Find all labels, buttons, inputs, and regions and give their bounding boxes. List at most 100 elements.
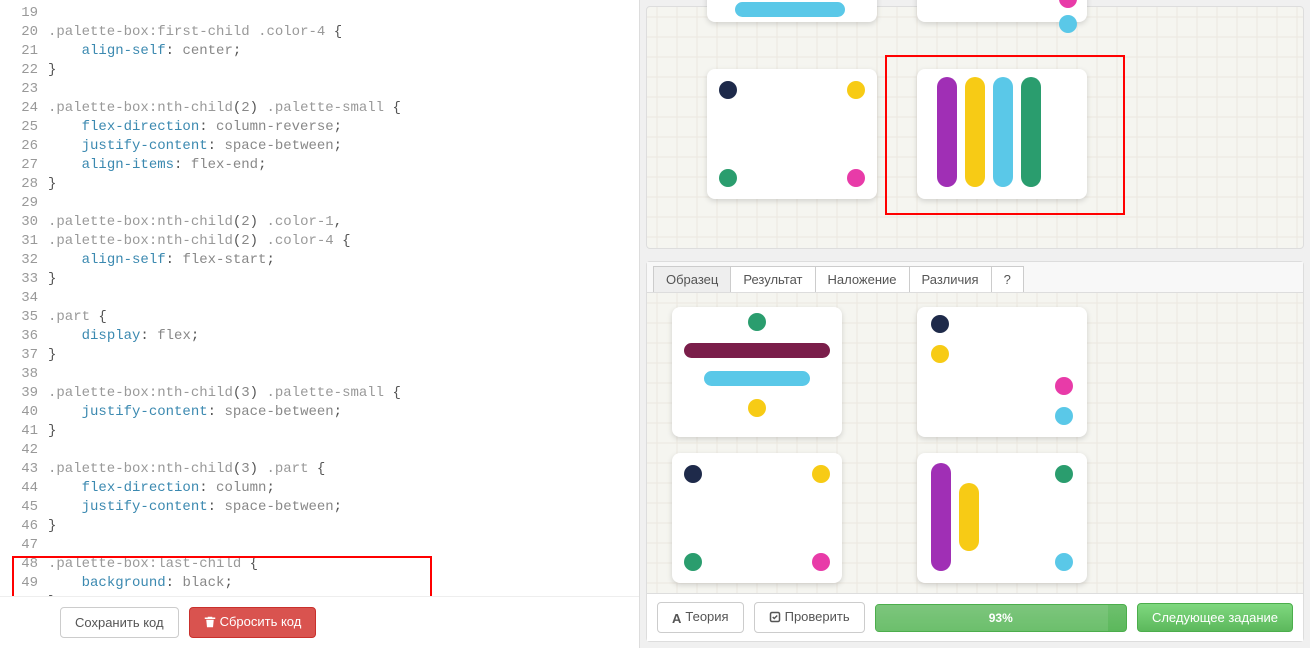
code-line[interactable]: 44 flex-direction: column; (0, 479, 639, 498)
code-line[interactable]: 37} (0, 346, 639, 365)
code-line[interactable]: 42 (0, 441, 639, 460)
line-number: 29 (0, 194, 48, 213)
line-content[interactable]: } (48, 593, 639, 596)
tab-diff[interactable]: Различия (909, 266, 992, 292)
line-number: 42 (0, 441, 48, 460)
trash-icon (204, 616, 216, 631)
line-content[interactable] (48, 80, 639, 99)
tab-sample[interactable]: Образец (653, 266, 731, 292)
line-content[interactable] (48, 365, 639, 384)
editor-toolbar: Сохранить код Сбросить код (0, 596, 639, 648)
line-content[interactable]: justify-content: space-between; (48, 498, 639, 517)
code-line[interactable]: 32 align-self: flex-start; (0, 251, 639, 270)
code-line[interactable]: 23 (0, 80, 639, 99)
line-content[interactable]: align-self: center; (48, 42, 639, 61)
line-number: 34 (0, 289, 48, 308)
code-line[interactable]: 34 (0, 289, 639, 308)
line-content[interactable]: align-self: flex-start; (48, 251, 639, 270)
code-line[interactable]: 25 flex-direction: column-reverse; (0, 118, 639, 137)
line-number: 40 (0, 403, 48, 422)
line-number: 48 (0, 555, 48, 574)
line-content[interactable]: align-items: flex-end; (48, 156, 639, 175)
line-content[interactable]: .palette-box:nth-child(2) .color-4 { (48, 232, 639, 251)
line-content[interactable]: display: flex; (48, 327, 639, 346)
line-content[interactable] (48, 536, 639, 555)
line-number: 43 (0, 460, 48, 479)
code-line[interactable]: 35.part { (0, 308, 639, 327)
code-line[interactable]: 41} (0, 422, 639, 441)
preview-panel: Образец Результат Наложение Различия ? (640, 0, 1310, 648)
code-line[interactable]: 43.palette-box:nth-child(3) .part { (0, 460, 639, 479)
tab-overlay[interactable]: Наложение (815, 266, 910, 292)
line-content[interactable] (48, 194, 639, 213)
code-line[interactable]: 36 display: flex; (0, 327, 639, 346)
code-line[interactable]: 19 (0, 4, 639, 23)
comparison-tabs: Образец Результат Наложение Различия ? (647, 262, 1303, 293)
check-button[interactable]: Проверить (754, 602, 865, 633)
line-content[interactable]: } (48, 346, 639, 365)
next-task-button[interactable]: Следующее задание (1137, 603, 1293, 632)
line-content[interactable]: } (48, 175, 639, 194)
code-line[interactable]: 48.palette-box:last-child { (0, 555, 639, 574)
line-content[interactable]: flex-direction: column-reverse; (48, 118, 639, 137)
line-content[interactable] (48, 289, 639, 308)
code-line[interactable]: 33} (0, 270, 639, 289)
code-line[interactable]: 31.palette-box:nth-child(2) .color-4 { (0, 232, 639, 251)
editor-panel: 1920.palette-box:first-child .color-4 {2… (0, 0, 640, 648)
theory-button[interactable]: AТеория (657, 602, 744, 633)
line-content[interactable]: .palette-box:first-child .color-4 { (48, 23, 639, 42)
line-content[interactable]: .palette-box:nth-child(3) .palette-small… (48, 384, 639, 403)
tab-result[interactable]: Результат (730, 266, 815, 292)
code-line[interactable]: 45 justify-content: space-between; (0, 498, 639, 517)
check-label: Проверить (785, 609, 850, 624)
save-code-button[interactable]: Сохранить код (60, 607, 179, 638)
line-content[interactable]: } (48, 422, 639, 441)
line-number: 32 (0, 251, 48, 270)
line-content[interactable]: .palette-box:nth-child(3) .part { (48, 460, 639, 479)
code-line[interactable]: 20.palette-box:first-child .color-4 { (0, 23, 639, 42)
line-content[interactable]: .palette-box:nth-child(2) .palette-small… (48, 99, 639, 118)
line-content[interactable]: .palette-box:last-child { (48, 555, 639, 574)
line-content[interactable]: flex-direction: column; (48, 479, 639, 498)
code-line[interactable]: 28} (0, 175, 639, 194)
code-line[interactable]: 30.palette-box:nth-child(2) .color-1, (0, 213, 639, 232)
code-editor[interactable]: 1920.palette-box:first-child .color-4 {2… (0, 0, 639, 596)
code-line[interactable]: 38 (0, 365, 639, 384)
line-number: 47 (0, 536, 48, 555)
code-line[interactable]: 27 align-items: flex-end; (0, 156, 639, 175)
code-line[interactable]: 24.palette-box:nth-child(2) .palette-sma… (0, 99, 639, 118)
palette-box (917, 453, 1087, 583)
palette-box (917, 307, 1087, 437)
line-number: 27 (0, 156, 48, 175)
line-number: 24 (0, 99, 48, 118)
line-content[interactable]: } (48, 61, 639, 80)
code-line[interactable]: 47 (0, 536, 639, 555)
line-content[interactable] (48, 4, 639, 23)
line-number: 35 (0, 308, 48, 327)
code-line[interactable]: 22} (0, 61, 639, 80)
line-content[interactable] (48, 441, 639, 460)
line-content[interactable]: .part { (48, 308, 639, 327)
line-content[interactable]: } (48, 517, 639, 536)
line-content[interactable]: background: black; (48, 574, 639, 593)
line-content[interactable]: justify-content: space-between; (48, 403, 639, 422)
code-line[interactable]: 46} (0, 517, 639, 536)
line-number: 20 (0, 23, 48, 42)
line-number: 23 (0, 80, 48, 99)
code-line[interactable]: 29 (0, 194, 639, 213)
palette-box (707, 0, 877, 22)
code-line[interactable]: 49 background: black; (0, 574, 639, 593)
code-line[interactable]: 26 justify-content: space-between; (0, 137, 639, 156)
line-number: 21 (0, 42, 48, 61)
tab-help[interactable]: ? (991, 266, 1024, 292)
reset-code-button[interactable]: Сбросить код (189, 607, 317, 638)
code-line[interactable]: 21 align-self: center; (0, 42, 639, 61)
line-content[interactable]: } (48, 270, 639, 289)
code-line[interactable]: 40 justify-content: space-between; (0, 403, 639, 422)
code-line[interactable]: 50} (0, 593, 639, 596)
line-content[interactable]: .palette-box:nth-child(2) .color-1, (48, 213, 639, 232)
line-number: 49 (0, 574, 48, 593)
line-number: 33 (0, 270, 48, 289)
line-content[interactable]: justify-content: space-between; (48, 137, 639, 156)
code-line[interactable]: 39.palette-box:nth-child(3) .palette-sma… (0, 384, 639, 403)
